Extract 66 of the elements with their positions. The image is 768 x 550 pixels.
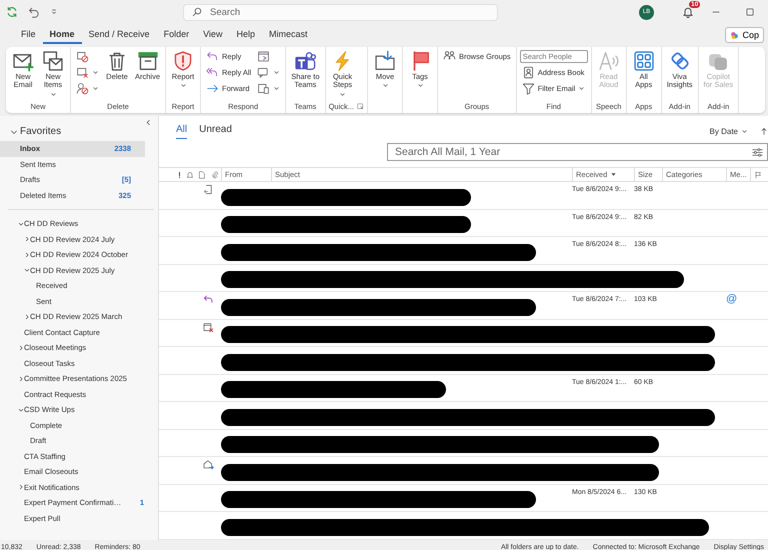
junk-icon <box>76 82 89 95</box>
sort-arrow-icon <box>760 126 768 136</box>
caret-icon <box>92 69 99 76</box>
ignore-icon <box>76 50 89 63</box>
stacked-envelopes-icon <box>42 50 64 72</box>
search-field[interactable]: Search <box>183 4 498 20</box>
undo-icon <box>28 6 40 18</box>
menu-tab[interactable]: Send / Receive <box>82 26 157 44</box>
caret-icon <box>416 82 424 90</box>
sort-down-icon <box>610 171 618 178</box>
calendar-x-icon <box>203 322 214 332</box>
document-arrow-icon <box>203 184 214 195</box>
chevron-left-icon <box>145 119 152 126</box>
diamond-links-icon <box>668 50 691 72</box>
copilot-icon <box>730 30 740 40</box>
reply-icon <box>203 294 214 305</box>
reply-icon <box>206 50 220 63</box>
caret-icon <box>741 128 748 134</box>
menu-tab[interactable]: Folder <box>156 26 196 44</box>
calendar-icon <box>257 50 270 63</box>
paperclip-icon <box>210 170 218 178</box>
caret-icon <box>273 69 280 76</box>
filter-sliders-icon <box>752 147 763 158</box>
menu-tab[interactable]: Mimecast <box>262 26 314 44</box>
teams-icon <box>294 50 316 72</box>
caret-icon <box>180 82 187 90</box>
caret-icon <box>273 85 280 92</box>
caret-icon <box>92 85 99 92</box>
caret-icon <box>50 90 56 98</box>
menu-tab[interactable]: Help <box>229 26 262 44</box>
mention-mark: @ <box>726 292 738 305</box>
favorites-header[interactable]: Favorites <box>0 126 158 141</box>
dialog-launcher-icon <box>357 103 364 110</box>
mail-search-field[interactable]: Search All Mail, 1 Year <box>387 143 768 161</box>
menu-tab[interactable]: View <box>196 26 230 44</box>
envelope-forward-icon <box>203 459 214 470</box>
collapse-button[interactable] <box>145 119 152 126</box>
chat-bubble-icon <box>257 66 270 79</box>
filter-tab[interactable]: Unread <box>199 123 232 139</box>
menu-tab[interactable]: Home <box>42 26 82 44</box>
devices-icon <box>257 82 270 95</box>
maximize-icon <box>745 7 755 17</box>
app-grid-icon <box>632 50 655 72</box>
caret-icon <box>578 85 586 92</box>
search-icon <box>192 6 202 16</box>
archive-box-icon <box>136 50 158 72</box>
flag-outline-icon <box>754 170 762 178</box>
reminder-bell-icon <box>186 170 194 178</box>
caret-icon <box>382 82 388 90</box>
filter-tab[interactable]: All <box>176 123 188 139</box>
folder-arrow-icon <box>374 50 396 72</box>
menu-tab[interactable]: File <box>14 26 43 44</box>
reply-all-icon <box>206 66 220 79</box>
shield-alert-icon <box>172 50 194 72</box>
customize-arrow-icon <box>50 8 58 16</box>
filter-icon <box>522 82 535 95</box>
document-icon <box>198 170 206 178</box>
bell-icon <box>682 6 694 18</box>
letter-sound-icon <box>598 50 620 72</box>
copilot-button[interactable]: Cop <box>725 27 764 43</box>
sort-button[interactable]: By Date <box>704 126 754 136</box>
cleanup-icon <box>76 66 89 79</box>
sync-icon <box>6 6 18 18</box>
caret-icon <box>339 90 346 98</box>
address-book-icon <box>522 66 535 79</box>
forward-arrow-icon <box>206 82 220 95</box>
